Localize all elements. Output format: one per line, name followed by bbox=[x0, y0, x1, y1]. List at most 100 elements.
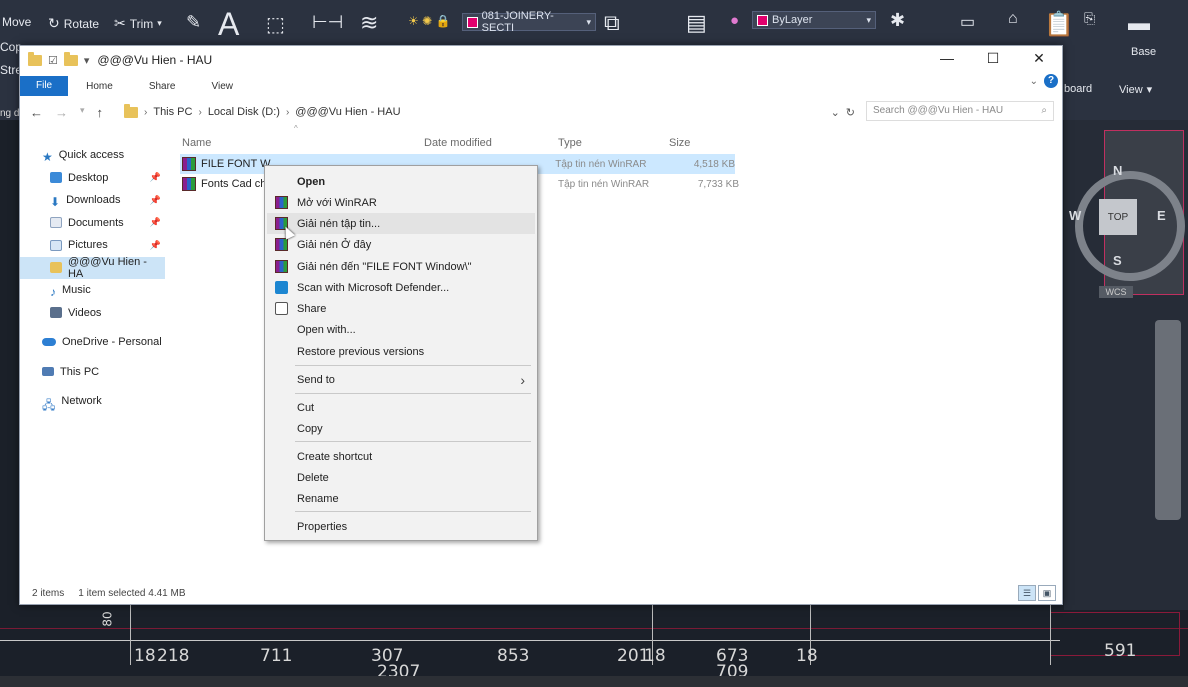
dimension-label: 18 bbox=[644, 646, 666, 666]
base-label[interactable]: Base bbox=[1131, 46, 1156, 58]
cad-trim-tool[interactable]: ✂ Trim ▾ bbox=[114, 15, 162, 32]
menu-item-properties[interactable]: Properties bbox=[267, 516, 535, 537]
canvas-side-text-value: ng d bbox=[0, 108, 20, 119]
menu-item-delete[interactable]: Delete bbox=[267, 467, 535, 488]
tab-file[interactable]: File bbox=[20, 76, 69, 96]
address-dropdown-icon[interactable]: ⌄ bbox=[831, 106, 840, 119]
dimension-label: 18 bbox=[134, 646, 156, 666]
up-arrow-icon[interactable]: ↑ bbox=[97, 105, 104, 120]
pin-icon[interactable]: 📌 bbox=[150, 217, 161, 228]
column-header-date[interactable]: Date modified bbox=[424, 137, 558, 149]
menu-item-label: Giải nén Ở đây bbox=[297, 238, 372, 251]
viewcube-top-face[interactable]: TOP bbox=[1099, 199, 1137, 235]
folder-icon bbox=[50, 262, 62, 274]
sidebar-item-documents[interactable]: Documents 📌 bbox=[20, 212, 165, 235]
menu-item-extract-files[interactable]: Giải nén tập tin... bbox=[267, 213, 535, 234]
view-panel-label[interactable]: View ▾ bbox=[1119, 83, 1152, 97]
ribbon-expand-icon[interactable]: ⌄ bbox=[1030, 76, 1038, 87]
tab-view[interactable]: View bbox=[194, 81, 252, 92]
menu-item-cut[interactable]: Cut bbox=[267, 397, 535, 418]
trim-icon: ✂ bbox=[114, 15, 126, 31]
layer-state-icons[interactable]: ☀ ✺ 🔒 bbox=[408, 14, 450, 28]
sidebar-item-label: Quick access bbox=[58, 149, 125, 162]
tab-home[interactable]: Home bbox=[68, 81, 131, 92]
refresh-icon[interactable]: ↻ bbox=[846, 106, 855, 119]
color-wheel-icon[interactable]: ● bbox=[730, 12, 739, 29]
cad-pencil-icon[interactable]: ✎ bbox=[186, 12, 201, 33]
menu-item-send-to[interactable]: Send to › bbox=[267, 369, 535, 390]
large-icons-view-icon[interactable]: ▣ bbox=[1038, 585, 1056, 601]
breadcrumb-separator[interactable]: › bbox=[286, 107, 289, 118]
cad-dimension-icon[interactable]: ⬚ bbox=[266, 12, 285, 37]
sidebar-item-pictures[interactable]: Pictures 📌 bbox=[20, 234, 165, 257]
breadcrumb-separator[interactable]: › bbox=[198, 107, 201, 118]
menu-item-share[interactable]: Share bbox=[267, 298, 535, 319]
menu-item-extract-here[interactable]: Giải nén Ở đây bbox=[267, 234, 535, 255]
column-header-size[interactable]: Size bbox=[669, 137, 739, 149]
base-view-icon[interactable]: ▬ bbox=[1128, 10, 1150, 36]
pin-icon[interactable]: 📌 bbox=[150, 172, 161, 183]
menu-item-open-with[interactable]: Open with... bbox=[267, 319, 535, 340]
new-folder-qat-icon[interactable] bbox=[63, 51, 78, 66]
column-header-type[interactable]: Type bbox=[558, 137, 669, 149]
menu-item-open-winrar[interactable]: Mở với WinRAR bbox=[267, 192, 535, 213]
menu-item-extract-to[interactable]: Giải nén đến "FILE FONT Window\" bbox=[267, 256, 535, 277]
column-header-name[interactable]: Name bbox=[180, 137, 424, 149]
sidebar-item-quick-access[interactable]: ★ Quick access bbox=[20, 144, 165, 167]
cad-layer-tools-icon[interactable]: ⧉ bbox=[604, 10, 620, 36]
recent-locations-icon[interactable]: ▾ bbox=[80, 105, 85, 120]
viewcube[interactable]: TOP N S E W WCS bbox=[1069, 130, 1185, 298]
minimize-button[interactable]: — bbox=[924, 46, 970, 70]
sidebar-item-network[interactable]: 🖧 Network bbox=[20, 390, 165, 413]
maximize-button[interactable]: ☐ bbox=[970, 46, 1016, 70]
tab-share[interactable]: Share bbox=[131, 81, 194, 92]
breadcrumb-current-folder[interactable]: @@@Vu Hien - HAU bbox=[295, 106, 400, 118]
cad-match-icon[interactable]: ✱ bbox=[890, 10, 905, 31]
sidebar-item-downloads[interactable]: ⬇ Downloads 📌 bbox=[20, 189, 165, 212]
layer-dropdown[interactable]: 081-JOINERY-SECTI ▾ bbox=[462, 10, 596, 34]
details-view-icon[interactable]: ☰ bbox=[1018, 585, 1036, 601]
cad-rotate-tool[interactable]: ↻ Rotate bbox=[48, 15, 99, 32]
sidebar-item-this-pc[interactable]: This PC bbox=[20, 361, 165, 384]
cad-properties-icon[interactable]: ▤ bbox=[686, 10, 707, 36]
navigation-bar[interactable] bbox=[1155, 320, 1181, 520]
cad-measure-icon[interactable]: ▭ bbox=[960, 12, 975, 32]
sidebar-item-vu-hien[interactable]: @@@Vu Hien - HA bbox=[20, 256, 165, 280]
qat-chevron-icon[interactable]: ▾ bbox=[84, 54, 90, 67]
forward-arrow-icon[interactable]: → bbox=[55, 105, 68, 120]
cad-move-tool[interactable]: Move bbox=[2, 15, 31, 29]
back-arrow-icon[interactable]: ← bbox=[30, 105, 43, 120]
help-button[interactable]: ? bbox=[1044, 74, 1058, 88]
sidebar-item-videos[interactable]: Videos bbox=[20, 302, 165, 325]
menu-item-copy[interactable]: Copy bbox=[267, 418, 535, 439]
cad-group-icon[interactable]: ⌂ bbox=[1008, 10, 1018, 28]
color-dropdown[interactable]: ByLayer ▾ bbox=[752, 11, 876, 29]
pin-icon[interactable]: 📌 bbox=[150, 195, 161, 206]
dimension-label: 853 bbox=[497, 646, 530, 666]
menu-item-rename[interactable]: Rename bbox=[267, 488, 535, 509]
sidebar-item-desktop[interactable]: Desktop 📌 bbox=[20, 167, 165, 190]
breadcrumb-separator[interactable]: › bbox=[144, 107, 147, 118]
sidebar-item-onedrive[interactable]: OneDrive - Personal bbox=[20, 331, 165, 354]
breadcrumb[interactable]: › This PC › Local Disk (D:) › @@@Vu Hien… bbox=[120, 101, 855, 123]
menu-item-create-shortcut[interactable]: Create shortcut bbox=[267, 446, 535, 467]
properties-qat-icon[interactable]: ☑ bbox=[48, 54, 58, 67]
breadcrumb-this-pc[interactable]: This PC bbox=[153, 106, 192, 118]
quick-access-toolbar: ☑ ▾ bbox=[20, 51, 90, 67]
menu-item-scan-defender[interactable]: Scan with Microsoft Defender... bbox=[267, 277, 535, 298]
cad-linear-dim-icon[interactable]: ⊢⊣ bbox=[312, 12, 343, 33]
pin-icon[interactable]: 📌 bbox=[150, 240, 161, 251]
search-input[interactable]: Search @@@Vu Hien - HAU ⌕ bbox=[866, 101, 1054, 121]
title-bar[interactable]: ☑ ▾ @@@Vu Hien - HAU — ☐ ✕ bbox=[20, 46, 1062, 74]
wcs-menu[interactable]: WCS bbox=[1099, 286, 1133, 298]
cad-text-icon[interactable]: A bbox=[218, 6, 239, 43]
close-button[interactable]: ✕ bbox=[1016, 46, 1062, 70]
cad-layers-icon[interactable]: ≋ bbox=[360, 10, 378, 36]
breadcrumb-local-disk[interactable]: Local Disk (D:) bbox=[208, 106, 280, 118]
paste-icon[interactable]: 📋 bbox=[1044, 10, 1074, 39]
sidebar-item-music[interactable]: ♪ Music bbox=[20, 279, 165, 302]
status-bar: 2 items 1 item selected 4.41 MB bbox=[20, 582, 1062, 604]
menu-item-restore-versions[interactable]: Restore previous versions bbox=[267, 341, 535, 362]
copy-clip-icon[interactable]: ⎘ bbox=[1084, 10, 1095, 27]
menu-item-open[interactable]: Open bbox=[267, 171, 535, 192]
